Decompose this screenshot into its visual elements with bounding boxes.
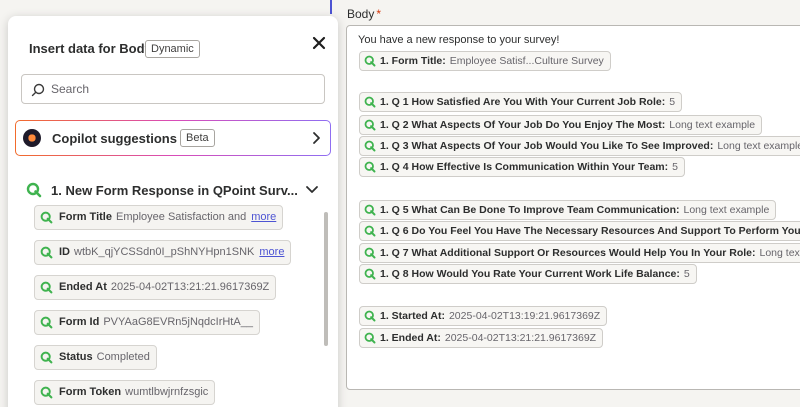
field-value: Employee Satisfaction and [115,211,247,223]
qpoint-logo-icon [364,204,376,216]
pill-label: 1. Q 8 How Would You Rate Your Current W… [380,268,680,280]
qpoint-logo-icon [364,140,376,152]
more-link[interactable]: more [251,211,276,223]
pill-value: Long text [759,247,800,259]
field-label: Ended At [59,281,107,293]
field-label: Form Title [59,211,112,223]
field-label: Form Id [59,316,100,328]
field-list: Form Title Employee Satisfaction and more … [8,16,318,407]
qpoint-logo-icon [40,316,53,329]
field-value: PVYAaG8EVRn5jNqdcIrHtA__ [103,316,253,328]
pill-value: 2025-04-02T13:21:21.9617369Z [444,332,597,344]
body-intro-text: You have a new response to your survey! [358,34,560,46]
qpoint-logo-icon [364,55,376,67]
qpoint-logo-icon [364,161,376,173]
field-form-token[interactable]: Form Token wumtlbwjrnfzsgic [34,380,216,405]
pill-label: 1. Started At: [380,310,445,322]
field-value: wtbK_qjYCSSdn0I_pShNYHpn1SNK [74,246,255,258]
mapped-field-pill[interactable]: 1. Q 4 How Effective Is Communication Wi… [359,157,685,177]
qpoint-logo-icon [364,332,376,344]
qpoint-logo-icon [40,281,53,294]
mapped-field-pill[interactable]: 1. Started At: 2025-04-02T13:19:21.961736… [359,306,608,326]
pill-label: 1. Form Title: [380,55,446,67]
qpoint-logo-icon [40,211,53,224]
qpoint-logo-icon [364,119,376,131]
pill-label: 1. Q 5 What Can Be Done To Improve Team … [380,204,680,216]
mapped-field-pill[interactable]: 1. Q 1 How Satisfied Are You With Your C… [359,92,683,112]
field-label: ID [59,246,70,258]
field-form-id[interactable]: Form Id PVYAaG8EVRn5jNqdcIrHtA__ [34,310,260,335]
field-value: wumtlbwjrnfzsgic [125,386,209,398]
mapped-field-pill[interactable]: 1. Q 7 What Additional Support Or Resour… [359,243,800,263]
mapped-field-pill[interactable]: 1. Q 8 How Would You Rate Your Current W… [359,264,697,284]
qpoint-logo-icon [364,310,376,322]
pill-value: 5 [672,161,678,173]
field-ended-at[interactable]: Ended At 2025-04-02T13:21:21.9617369Z [34,275,277,300]
field-form-title[interactable]: Form Title Employee Satisfaction and more [34,205,284,230]
required-mark: * [376,7,382,21]
insert-data-panel: Insert data for Body Dynamic Copilot sug… [8,16,338,407]
qpoint-logo-icon [40,351,53,364]
pill-value: 5 [669,96,676,108]
pill-label: 1. Q 2 What Aspects Of Your Job Do You E… [380,119,666,131]
panel-scrollbar[interactable] [324,212,328,346]
qpoint-logo-icon [364,96,376,108]
field-status[interactable]: Status Completed [34,345,157,370]
mapped-field-pill[interactable]: 1. Q 2 What Aspects Of Your Job Do You E… [359,115,763,135]
field-id[interactable]: ID wtbK_qjYCSSdn0I_pShNYHpn1SNK more [34,240,292,265]
pill-value: Long text example [669,119,756,131]
qpoint-logo-icon [40,386,53,399]
body-field-label: Body * [347,7,381,21]
mapped-field-pill[interactable]: 1. Form Title: Employee Satisf...Culture … [359,51,611,71]
qpoint-logo-icon [364,225,376,237]
pill-value: 5 [683,268,690,280]
pill-label: 1. Q 3 What Aspects Of Your Job Would Yo… [380,140,714,152]
pill-value: 2025-04-02T13:19:21.9617369Z [448,310,601,322]
pill-value: Long text example [717,140,800,152]
pill-label: 1. Q 7 What Additional Support Or Resour… [380,247,756,259]
field-value: 2025-04-02T13:21:21.9617369Z [110,281,270,293]
field-label: Status [59,351,93,363]
body-editor[interactable]: You have a new response to your survey! … [346,25,800,390]
pill-label: 1. Q 6 Do You Feel You Have The Necessar… [380,225,800,237]
pill-value: Long text example [683,204,770,216]
pill-value: Employee Satisf...Culture Survey [449,55,604,67]
field-label: Form Token [59,386,122,398]
more-link[interactable]: more [259,246,284,258]
mapped-field-pill[interactable]: 1. Q 5 What Can Be Done To Improve Team … [359,200,777,220]
pill-label: 1. Q 4 How Effective Is Communication Wi… [380,161,669,173]
mapped-field-pill[interactable]: 1. Q 3 What Aspects Of Your Job Would Yo… [359,136,800,156]
qpoint-logo-icon [364,268,376,280]
mapped-field-pill[interactable]: 1. Q 6 Do You Feel You Have The Necessar… [359,221,800,241]
mapped-field-pill[interactable]: 1. Ended At: 2025-04-02T13:21:21.9617369Z [359,328,604,348]
qpoint-logo-icon [40,246,53,259]
field-value: Completed [96,351,150,363]
qpoint-logo-icon [364,247,376,259]
accent-strip [330,0,332,14]
pill-label: 1. Q 1 How Satisfied Are You With Your C… [380,96,666,108]
pill-label: 1. Ended At: [380,332,441,344]
body-label-text: Body [347,7,375,21]
